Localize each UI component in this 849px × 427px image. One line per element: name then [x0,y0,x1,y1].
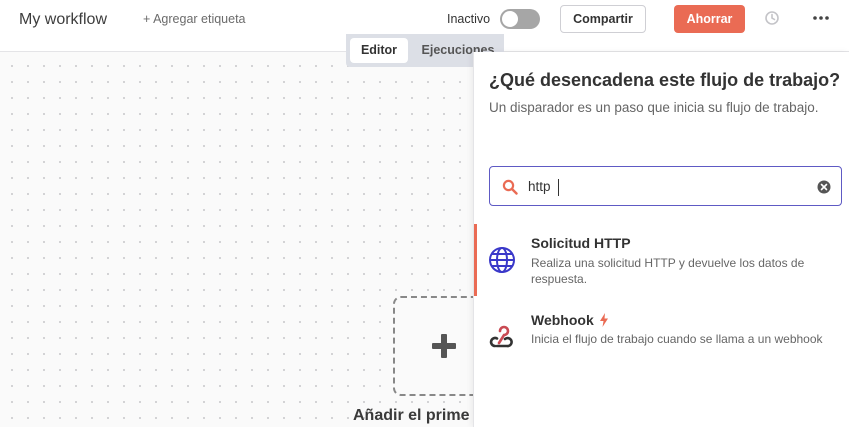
add-tag-link[interactable]: + Agregar etiqueta [143,12,246,26]
node-description: Inicia el flujo de trabajo cuando se lla… [531,332,823,346]
globe-icon [489,247,515,273]
panel-subtitle: Un disparador es un paso que inicia su f… [489,100,819,115]
active-toggle[interactable] [500,9,540,29]
share-button[interactable]: Compartir [560,5,646,33]
more-options-icon[interactable] [812,10,830,26]
active-status-label: Inactivo [447,12,491,26]
node-name: Solicitud HTTP [531,235,631,251]
text-caret [558,179,559,196]
node-description: Realiza una solicitud HTTP y devuelve lo… [531,256,805,286]
history-icon[interactable] [764,10,780,26]
search-icon [502,179,518,195]
tab-editor[interactable]: Editor [350,38,408,63]
add-first-step-label: Añadir el prime [353,407,470,424]
trigger-panel: ¿Qué desencadena este flujo de trabajo? … [473,52,849,427]
panel-title: ¿Qué desencadena este flujo de trabajo? [489,70,841,90]
search-input[interactable] [528,175,808,197]
bolt-icon [600,313,608,327]
clear-search-icon[interactable] [817,180,831,194]
workflow-name[interactable]: My workflow [19,11,107,29]
node-search[interactable] [489,166,842,206]
save-button[interactable]: Ahorrar [674,5,745,33]
webhook-icon [489,325,513,348]
toggle-knob [502,11,518,27]
node-item-http-request[interactable]: Solicitud HTTP Realiza una solicitud HTT… [474,224,849,296]
plus-icon [432,334,456,358]
node-item-webhook[interactable]: Webhook Inicia el flujo de trabajo cuand… [474,302,849,374]
node-name: Webhook [531,312,594,328]
